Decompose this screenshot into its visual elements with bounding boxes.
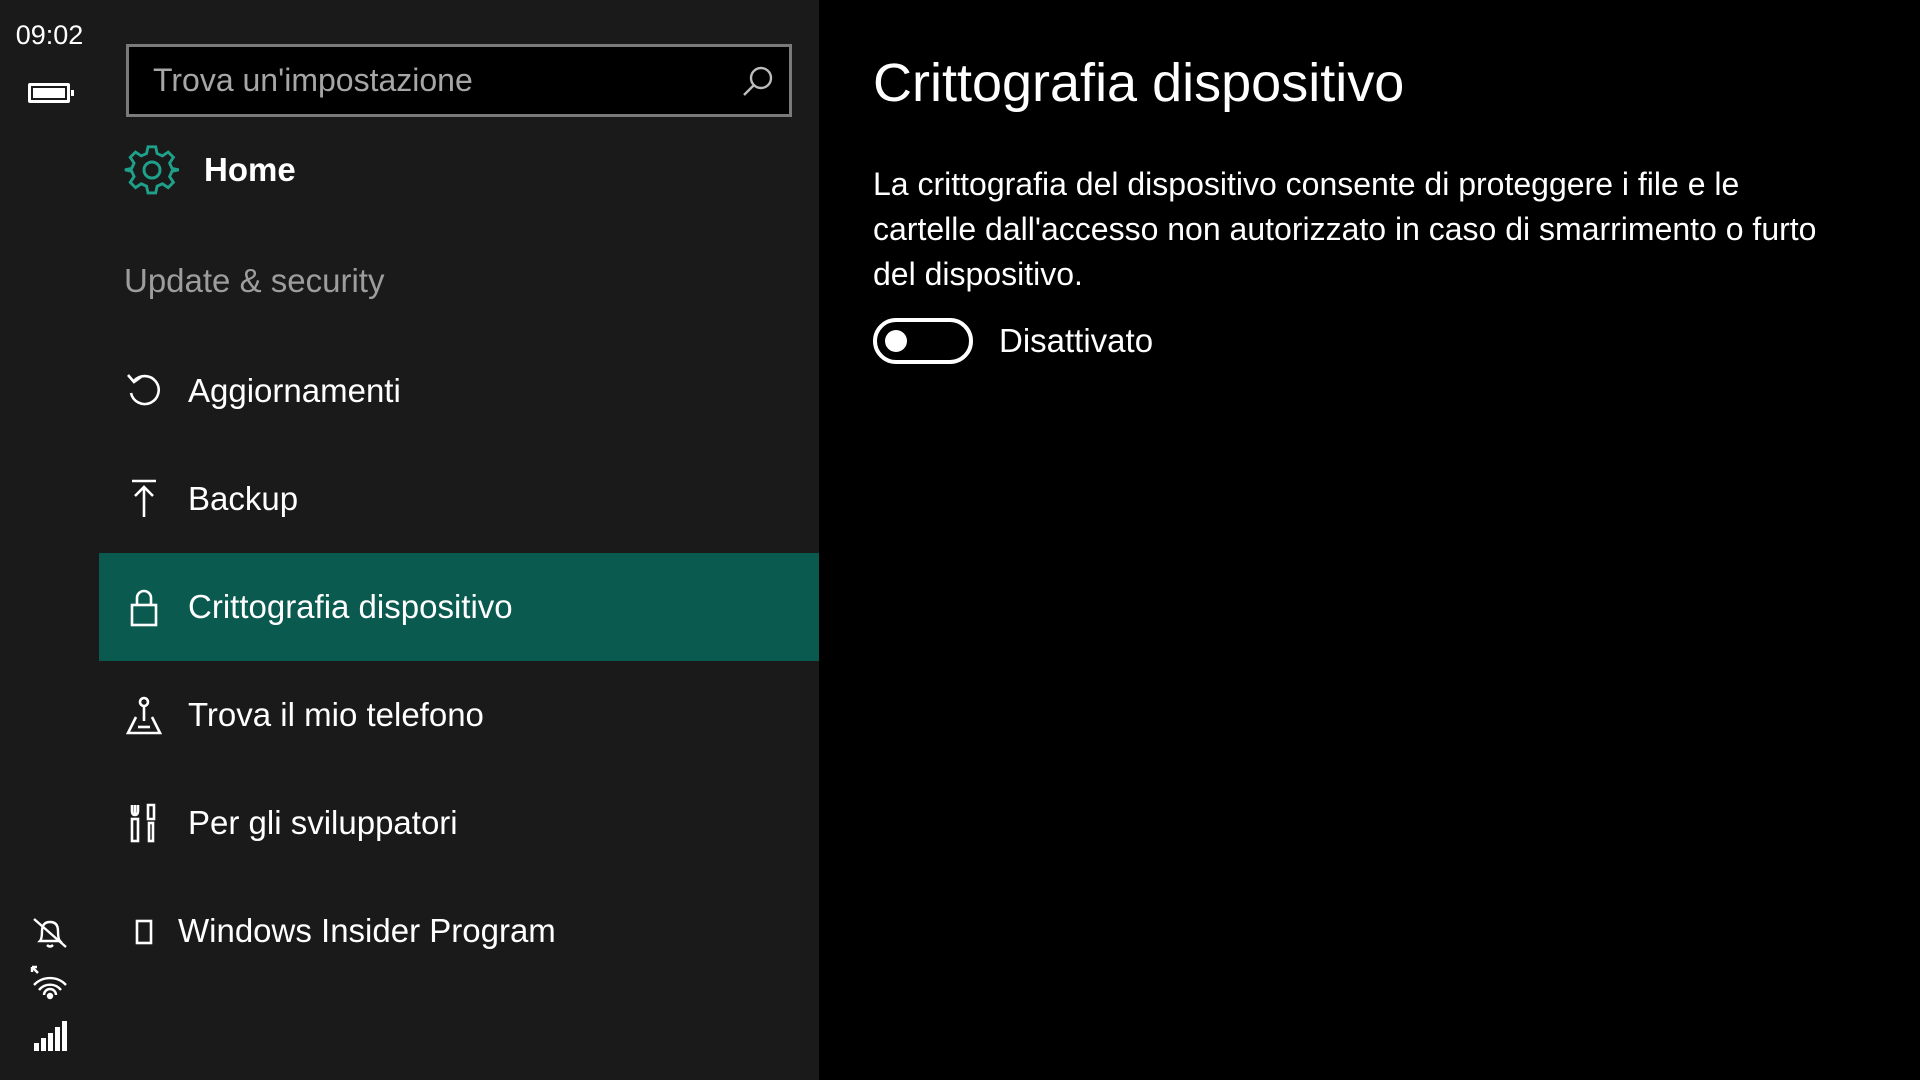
home-label: Home: [204, 151, 296, 188]
status-bar: 09:02: [0, 0, 99, 1080]
nav-item-label: Trova il mio telefono: [188, 696, 484, 733]
nav-item-trova-il-mio-telefono[interactable]: Trova il mio telefono: [99, 661, 819, 769]
nav-item-label: Per gli sviluppatori: [188, 804, 458, 841]
developer-tools-icon: [124, 801, 164, 845]
toggle-knob: [885, 330, 907, 352]
content-pane: Crittografia dispositivo La crittografia…: [873, 0, 1873, 1080]
encryption-toggle[interactable]: [873, 318, 973, 364]
search-icon[interactable]: [741, 64, 775, 98]
battery-full-icon: [28, 83, 74, 103]
nav-item-label: Crittografia dispositivo: [188, 588, 513, 625]
nav-item-label: Windows Insider Program: [178, 912, 556, 949]
navigation-pane: Home Update & security Aggiornamenti Bac…: [99, 0, 819, 1080]
nav-item-aggiornamenti[interactable]: Aggiornamenti: [99, 337, 819, 445]
nav-item-label: Backup: [188, 480, 299, 517]
search-input[interactable]: [129, 47, 709, 114]
nav-item-windows-insider-program[interactable]: Windows Insider Program: [99, 877, 819, 985]
wifi-icon[interactable]: [30, 965, 70, 1001]
home-link[interactable]: Home: [124, 140, 724, 200]
phone-outline-icon: [124, 909, 164, 953]
toggle-state-label: Disattivato: [999, 322, 1154, 359]
description-text: La crittografia del dispositivo consente…: [873, 166, 1817, 292]
page-title: Crittografia dispositivo: [873, 53, 1405, 113]
upload-icon: [124, 477, 164, 521]
nav-item-label: Aggiornamenti: [188, 372, 401, 409]
clock: 09:02: [15, 20, 84, 50]
nav-list: Aggiornamenti Backup Crittografia dispos…: [99, 337, 819, 985]
section-title: Update & security: [124, 262, 385, 299]
quiet-hours-icon[interactable]: [30, 915, 70, 951]
search-box: [126, 44, 792, 117]
nav-item-crittografia-dispositivo[interactable]: Crittografia dispositivo: [99, 553, 819, 661]
encryption-toggle-row: Disattivato: [873, 318, 1153, 364]
gear-icon: [124, 142, 180, 198]
nav-item-backup[interactable]: Backup: [99, 445, 819, 553]
cellular-signal-icon[interactable]: [30, 1017, 70, 1053]
find-phone-icon: [124, 693, 164, 737]
refresh-icon: [124, 369, 164, 413]
lock-icon: [124, 585, 164, 629]
nav-item-per-gli-sviluppatori[interactable]: Per gli sviluppatori: [99, 769, 819, 877]
